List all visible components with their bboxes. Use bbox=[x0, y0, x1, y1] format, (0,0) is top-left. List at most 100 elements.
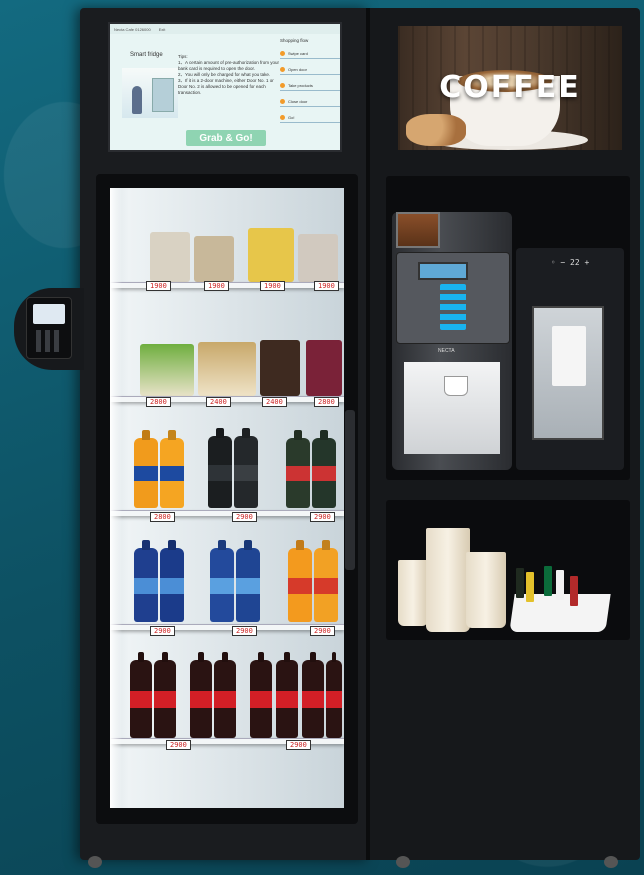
step-dot-icon bbox=[280, 51, 285, 56]
product bbox=[198, 342, 256, 396]
shelf-row-5: 2900 2900 bbox=[110, 650, 344, 760]
tip-1: 1、A certain amount of pre-authorization … bbox=[178, 60, 280, 71]
card-reader-keypad[interactable] bbox=[36, 330, 62, 352]
bottle bbox=[286, 438, 310, 508]
flow-step: Take products bbox=[280, 81, 340, 91]
screen-exit-link[interactable]: Exit bbox=[159, 27, 166, 32]
bottle bbox=[326, 660, 342, 738]
caster-wheel bbox=[396, 856, 410, 868]
flow-step: Go! bbox=[280, 113, 340, 123]
bottle bbox=[312, 438, 336, 508]
product bbox=[260, 340, 300, 396]
shelf bbox=[110, 624, 344, 630]
machine-keypad[interactable] bbox=[440, 284, 466, 330]
screen-illustration bbox=[122, 68, 178, 118]
price-tag: 1900 bbox=[146, 281, 171, 291]
cup-stack bbox=[466, 552, 506, 628]
product bbox=[306, 340, 342, 396]
price-tag: 1900 bbox=[204, 281, 229, 291]
price-tag: 2400 bbox=[262, 397, 287, 407]
bottle bbox=[134, 438, 158, 508]
shelf-row-4: 2900 2900 2900 bbox=[110, 538, 344, 638]
caster-wheel bbox=[88, 856, 102, 868]
illustration-fridge bbox=[152, 78, 174, 112]
price-tag: 1900 bbox=[314, 281, 339, 291]
cabinet-divider bbox=[366, 8, 370, 860]
milk-temperature-display: ◦ − 22 + bbox=[550, 258, 590, 267]
caster-wheel bbox=[604, 856, 618, 868]
shelf-row-1: 1900 1900 1900 1900 bbox=[110, 228, 344, 298]
price-tag: 2800 bbox=[150, 512, 175, 522]
touch-screen[interactable]: Necta Cafe 0126000 Exit Smart fridge Tip… bbox=[108, 22, 342, 152]
machine-display bbox=[418, 262, 468, 280]
sachet bbox=[570, 576, 578, 606]
screen-device-id: Necta Cafe 0126000 bbox=[114, 26, 151, 32]
bottle bbox=[236, 548, 260, 622]
flow-step: Close door bbox=[280, 97, 340, 107]
shopping-flow: Shopping flow Swipe card Open door Take … bbox=[280, 34, 340, 123]
flow-step-label: Swipe card bbox=[288, 51, 308, 56]
price-tag: 1900 bbox=[260, 281, 285, 291]
product bbox=[150, 232, 190, 282]
bottle bbox=[208, 436, 232, 508]
product bbox=[140, 344, 194, 396]
bottle bbox=[302, 660, 324, 738]
fridge-led-strip bbox=[110, 188, 122, 808]
bottle bbox=[130, 660, 152, 738]
screen-title: Smart fridge bbox=[130, 52, 163, 58]
machine-brand: NECTA bbox=[438, 348, 455, 354]
flow-step-label: Open door bbox=[288, 67, 307, 72]
bean-hopper bbox=[396, 212, 440, 248]
price-tag: 2800 bbox=[314, 397, 339, 407]
flow-step-label: Close door bbox=[288, 99, 308, 104]
tip-3: 3、If it is a 2-door machine, either Door… bbox=[178, 78, 274, 95]
flow-step-label: Go! bbox=[288, 115, 295, 120]
price-tag: 2900 bbox=[286, 740, 311, 750]
bottle bbox=[276, 660, 298, 738]
bottle bbox=[250, 660, 272, 738]
illustration-person bbox=[132, 86, 142, 114]
bottle bbox=[214, 660, 236, 738]
cup-stack bbox=[426, 528, 470, 632]
bottle bbox=[134, 548, 158, 622]
bottle bbox=[210, 548, 234, 622]
price-tag: 2900 bbox=[232, 512, 257, 522]
bottle bbox=[314, 548, 338, 622]
bottle bbox=[234, 436, 258, 508]
bottle bbox=[160, 548, 184, 622]
screen-topbar: Necta Cafe 0126000 Exit bbox=[110, 24, 340, 34]
sachet bbox=[544, 566, 552, 596]
price-tag: 2900 bbox=[310, 626, 335, 636]
step-dot-icon bbox=[280, 99, 285, 104]
cup-stack bbox=[398, 560, 428, 626]
cookie bbox=[406, 114, 466, 146]
bottle bbox=[154, 660, 176, 738]
product bbox=[298, 234, 338, 282]
bottle bbox=[288, 548, 312, 622]
sachet bbox=[526, 572, 534, 602]
flow-step: Open door bbox=[280, 65, 340, 75]
milk-carton bbox=[552, 326, 586, 386]
sachet bbox=[516, 568, 524, 598]
product bbox=[194, 236, 234, 282]
flow-step: Swipe card bbox=[280, 49, 340, 59]
dispense-cup bbox=[444, 376, 468, 396]
banner-title: COFFEE bbox=[439, 70, 581, 105]
price-tag: 2400 bbox=[206, 397, 231, 407]
step-dot-icon bbox=[280, 115, 285, 120]
fridge-glass: 1900 1900 1900 1900 2800 2400 2400 2800 … bbox=[110, 188, 344, 808]
bottle bbox=[160, 438, 184, 508]
price-tag: 2900 bbox=[150, 626, 175, 636]
coffee-banner: COFFEE bbox=[398, 26, 622, 150]
price-tag: 2900 bbox=[232, 626, 257, 636]
price-tag: 2900 bbox=[310, 512, 335, 522]
price-tag: 2900 bbox=[166, 740, 191, 750]
grab-and-go-button[interactable]: Grab & Go! bbox=[186, 130, 266, 146]
sachet bbox=[556, 570, 564, 600]
shelf-row-3: 2800 2900 2900 bbox=[110, 428, 344, 528]
price-tag: 2800 bbox=[146, 397, 171, 407]
flow-step-label: Take products bbox=[288, 83, 313, 88]
step-dot-icon bbox=[280, 67, 285, 72]
shelf bbox=[110, 510, 344, 516]
door-handle[interactable] bbox=[345, 410, 355, 570]
